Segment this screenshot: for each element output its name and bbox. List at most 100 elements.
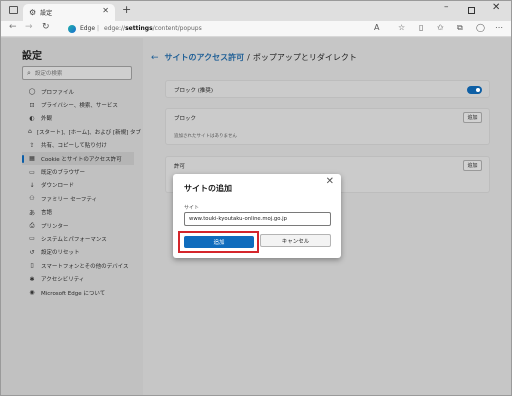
cancel-button[interactable]: キャンセル xyxy=(260,234,331,247)
gear-icon: ⚙ xyxy=(29,7,37,17)
browser-name: Edge xyxy=(80,25,96,32)
close-window-button[interactable]: ✕ xyxy=(492,3,500,13)
back-icon[interactable]: ← xyxy=(9,23,17,32)
sidebar-item-label: アクセシビリティ xyxy=(41,277,85,284)
family-icon: ⚇ xyxy=(29,195,35,203)
edge-icon: ◉ xyxy=(29,289,35,297)
url-host: settings xyxy=(125,25,153,32)
sidebar-item-label: 言語 xyxy=(41,210,53,217)
browser-icon: ▭ xyxy=(29,168,35,176)
block-section-label: ブロック xyxy=(174,116,197,122)
sidebar-item-label: ダウンロード xyxy=(41,183,75,190)
sidebar-item[interactable]: ◐ 外観 xyxy=(22,112,134,125)
sidebar-item-label: プロファイル xyxy=(41,89,75,96)
dialog-close-icon[interactable]: ✕ xyxy=(326,177,334,187)
address-separator: | xyxy=(97,25,100,32)
sidebar-item-label: 共有、コピーして貼り付け xyxy=(41,143,107,150)
sidebar-item-label: 設定のリセット xyxy=(41,250,80,257)
reload-icon[interactable]: ↻ xyxy=(42,23,50,32)
printer-icon: ⎙ xyxy=(29,221,35,229)
system-icon: ▭ xyxy=(29,235,35,243)
allow-section-label: 許可 xyxy=(174,164,186,170)
collections-icon[interactable]: ⧉ xyxy=(457,24,463,32)
download-icon: ↓ xyxy=(29,181,35,189)
person-icon: ◯ xyxy=(28,88,36,96)
tab-title: 設定 xyxy=(40,10,53,17)
block-add-button[interactable]: 追加 xyxy=(463,112,482,123)
allow-add-button[interactable]: 追加 xyxy=(463,160,482,171)
reset-icon: ↺ xyxy=(29,248,35,256)
sidebar-item-label: [スタート]、[ホーム]、および [新規] タブ xyxy=(36,129,142,136)
breadcrumb-separator: / xyxy=(247,53,250,62)
sidebar-item[interactable]: ⊡ プライバシー、検索、サービス xyxy=(22,98,134,111)
block-section-card: ブロック 追加 追加されたサイトはありません xyxy=(165,108,490,145)
block-recommended-toggle[interactable] xyxy=(467,86,482,94)
appearance-icon: ◐ xyxy=(29,114,35,122)
sidebar-item[interactable]: ⇪ 共有、コピーして貼り付け xyxy=(22,139,134,152)
sidebar-item[interactable]: ↺ 設定のリセット xyxy=(22,246,134,259)
sidebar-item[interactable]: ✱ アクセシビリティ xyxy=(22,272,134,285)
sidebar-item-label: 既定のブラウザー xyxy=(41,170,86,177)
url-prefix: edge:// xyxy=(104,25,126,32)
site-input[interactable] xyxy=(184,212,331,226)
cookie-icon: ▦ xyxy=(29,155,35,163)
sidebar-item[interactable]: ⌂ [スタート]、[ホーム]、および [新規] タブ xyxy=(22,125,141,138)
language-icon: あ xyxy=(28,209,35,217)
sidebar-item[interactable]: ▭ 既定のブラウザー xyxy=(22,165,134,178)
sidebar-item[interactable]: ◯ プロファイル xyxy=(22,85,134,98)
share-icon: ⇪ xyxy=(29,141,35,149)
forward-icon[interactable]: → xyxy=(25,23,33,32)
tab-settings[interactable]: ⚙ 設定 ✕ xyxy=(23,4,115,21)
block-empty-text: 追加されたサイトはありません xyxy=(174,134,237,139)
browser-window: ⚙ 設定 ✕ + – ✕ ← → ↻ Edge | edge://setting… xyxy=(0,0,512,396)
sidebar-item-label: プライバシー、検索、サービス xyxy=(41,103,118,110)
sidebar-item[interactable]: ↓ ダウンロード xyxy=(22,179,134,192)
sidebar-item-label: スマートフォンとその他のデバイス xyxy=(41,263,129,270)
tab-actions-icon[interactable] xyxy=(9,6,18,14)
block-recommended-card: ブロック (推奨) xyxy=(165,80,490,98)
new-tab-icon[interactable]: + xyxy=(122,4,131,15)
favorites-icon[interactable]: ✩ xyxy=(437,24,444,32)
sidebar-item[interactable]: ⚇ ファミリー セーフティ xyxy=(22,192,134,205)
minimize-button[interactable]: – xyxy=(444,3,449,12)
lock-icon: ⊡ xyxy=(29,101,35,109)
url-field[interactable]: edge://settings/content/popups xyxy=(104,25,202,32)
close-tab-icon[interactable]: ✕ xyxy=(102,7,109,15)
split-screen-icon[interactable]: ▯ xyxy=(419,24,423,32)
sidebar-item-label: Microsoft Edge について xyxy=(41,290,106,297)
edge-logo-icon xyxy=(68,25,76,33)
title-bar: ⚙ 設定 ✕ + – ✕ xyxy=(1,1,511,21)
home-icon: ⌂ xyxy=(28,128,32,136)
accessibility-icon: ✱ xyxy=(29,275,35,283)
sidebar-item-label: Cookie とサイトのアクセス許可 xyxy=(41,156,122,163)
settings-search-input[interactable]: ⌕ 設定の検索 xyxy=(22,66,132,80)
sidebar-item[interactable]: ▭ システムとパフォーマンス xyxy=(22,232,134,245)
read-aloud-icon[interactable]: A xyxy=(374,24,379,32)
profile-icon[interactable]: ◯ xyxy=(476,24,485,32)
breadcrumb-parent-link[interactable]: サイトのアクセス許可 xyxy=(165,52,245,63)
sidebar-item[interactable]: ⎙ プリンター xyxy=(22,219,134,232)
add-site-dialog: サイトの追加 ✕ サイト 追加 キャンセル xyxy=(173,174,341,258)
search-icon: ⌕ xyxy=(27,68,31,77)
phone-icon: ▯ xyxy=(30,262,34,270)
favorite-star-icon[interactable]: ☆ xyxy=(398,24,405,32)
site-field-label: サイト xyxy=(184,205,200,211)
add-site-button[interactable]: 追加 xyxy=(184,236,254,248)
url-path: /content/popups xyxy=(152,25,202,32)
breadcrumb: ← サイトのアクセス許可 / ポップアップとリダイレクト xyxy=(151,52,357,63)
search-placeholder: 設定の検索 xyxy=(34,71,63,77)
address-bar: ← → ↻ Edge | edge://settings/content/pop… xyxy=(1,21,511,37)
sidebar-item-label: 外観 xyxy=(41,116,53,123)
back-arrow-icon[interactable]: ← xyxy=(151,53,159,63)
block-recommended-label: ブロック (推奨) xyxy=(174,88,214,94)
sidebar-item-label: システムとパフォーマンス xyxy=(41,236,107,243)
sidebar-item[interactable]: ▯ スマートフォンとその他のデバイス xyxy=(22,259,134,272)
maximize-button[interactable] xyxy=(468,7,475,14)
sidebar-item-label: プリンター xyxy=(41,223,69,230)
sidebar-item[interactable]: ◉ Microsoft Edge について xyxy=(22,286,134,299)
more-menu-icon[interactable]: ⋯ xyxy=(495,24,503,32)
sidebar-item[interactable]: ▦ Cookie とサイトのアクセス許可 xyxy=(22,151,134,166)
sidebar-item[interactable]: あ言語 xyxy=(22,206,134,219)
sidebar-item-label: ファミリー セーフティ xyxy=(41,196,98,203)
page-title: ポップアップとリダイレクト xyxy=(252,53,357,62)
